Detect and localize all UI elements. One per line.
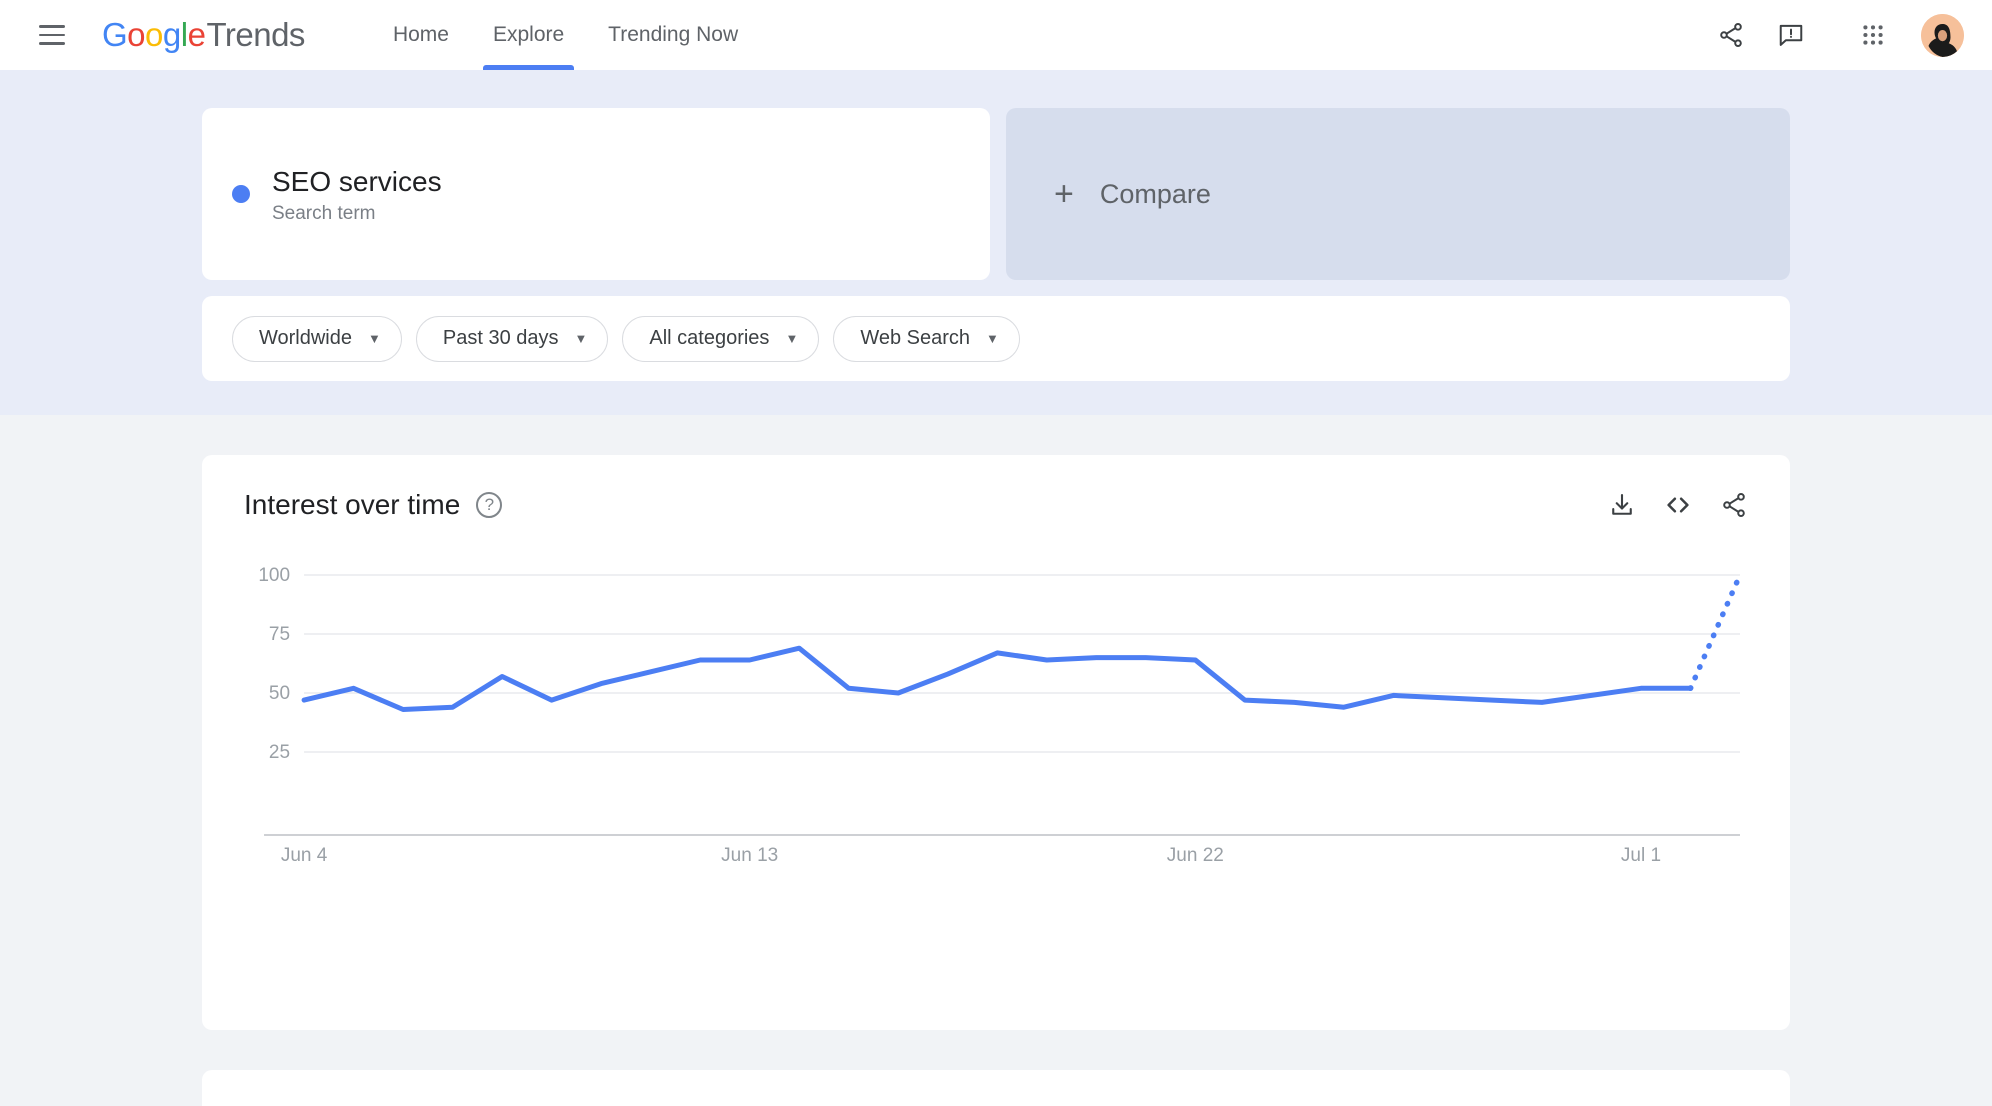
interest-over-time-card: Interest over time ?	[202, 455, 1790, 1030]
nav-item-home[interactable]: Home	[371, 0, 471, 70]
main-content: Interest over time ?	[0, 415, 1992, 1106]
user-avatar[interactable]	[1921, 14, 1964, 57]
next-section-card	[202, 1070, 1790, 1106]
y-axis-tick-label: 75	[269, 624, 290, 645]
header-actions	[1705, 9, 1964, 61]
share-icon[interactable]	[1705, 9, 1757, 61]
logo-letter-g: G	[102, 16, 127, 54]
filter-location-label: Worldwide	[259, 327, 352, 350]
y-axis-tick-label: 50	[269, 683, 290, 704]
x-axis-tick-label: Jun 4	[281, 845, 328, 866]
compare-label: Compare	[1100, 179, 1211, 210]
chart-card-header: Interest over time ?	[244, 489, 1750, 521]
hamburger-menu-icon[interactable]	[30, 13, 74, 57]
filter-location[interactable]: Worldwide ▼	[232, 316, 402, 362]
nav-item-explore[interactable]: Explore	[471, 0, 586, 70]
logo-letter-o2: o	[145, 16, 163, 54]
logo-letter-e: e	[188, 16, 206, 54]
term-row: SEO services Search term + Compare	[202, 108, 1790, 280]
chart-line-partial-dotted	[1691, 575, 1740, 688]
search-term-card[interactable]: SEO services Search term	[202, 108, 990, 280]
logo-letter-l: l	[181, 16, 188, 54]
chevron-down-icon: ▼	[368, 331, 381, 346]
filter-time-range-label: Past 30 days	[443, 327, 559, 350]
nav-item-trending-now[interactable]: Trending Now	[586, 0, 760, 70]
chart-actions	[1606, 489, 1750, 521]
y-axis-tick-label: 25	[269, 742, 290, 763]
search-term-title: SEO services	[272, 164, 442, 199]
filter-category-label: All categories	[649, 327, 769, 350]
main-navigation: Home Explore Trending Now	[371, 0, 760, 70]
embed-code-icon[interactable]	[1662, 489, 1694, 521]
app-header: GoogleTrends Home Explore Trending Now	[0, 0, 1992, 70]
logo-trends-word: Trends	[206, 16, 304, 54]
x-axis-tick-label: Jun 22	[1167, 845, 1224, 866]
query-inner: SEO services Search term + Compare World…	[202, 70, 1790, 381]
chevron-down-icon: ▼	[575, 331, 588, 346]
chevron-down-icon: ▼	[986, 331, 999, 346]
interest-over-time-chart: 100 75 50 25 Jun 4 Jun 13 Jun 22 Jul 1	[244, 567, 1750, 867]
download-icon[interactable]	[1606, 489, 1638, 521]
filter-search-type-label: Web Search	[860, 327, 970, 350]
x-axis-tick-label: Jul 1	[1621, 845, 1661, 866]
filter-category[interactable]: All categories ▼	[622, 316, 819, 362]
hamburger-bar	[39, 34, 65, 37]
series-color-dot	[232, 185, 250, 203]
page-title: Interest over time	[244, 489, 460, 521]
search-term-text: SEO services Search term	[272, 164, 442, 225]
filter-time-range[interactable]: Past 30 days ▼	[416, 316, 609, 362]
chart-line-solid	[304, 648, 1690, 709]
query-section: SEO services Search term + Compare World…	[0, 70, 1992, 415]
plus-icon: +	[1054, 177, 1074, 211]
feedback-icon[interactable]	[1765, 9, 1817, 61]
x-axis-tick-label: Jun 13	[721, 845, 778, 866]
hamburger-bar	[39, 25, 65, 28]
google-apps-grid-icon[interactable]	[1847, 9, 1899, 61]
share-icon[interactable]	[1718, 489, 1750, 521]
logo-letter-g2: g	[163, 16, 181, 54]
chevron-down-icon: ▼	[785, 331, 798, 346]
compare-button[interactable]: + Compare	[1006, 108, 1790, 280]
help-circle-icon[interactable]: ?	[476, 492, 502, 518]
chart-canvas: 100 75 50 25 Jun 4 Jun 13 Jun 22 Jul 1	[244, 567, 1750, 867]
logo-letter-o1: o	[127, 16, 145, 54]
filter-bar: Worldwide ▼ Past 30 days ▼ All categorie…	[202, 296, 1790, 381]
google-trends-logo[interactable]: GoogleTrends	[102, 16, 305, 54]
hamburger-bar	[39, 42, 65, 45]
y-axis-tick-label: 100	[258, 567, 290, 586]
search-term-subtitle: Search term	[272, 203, 442, 225]
filter-search-type[interactable]: Web Search ▼	[833, 316, 1020, 362]
